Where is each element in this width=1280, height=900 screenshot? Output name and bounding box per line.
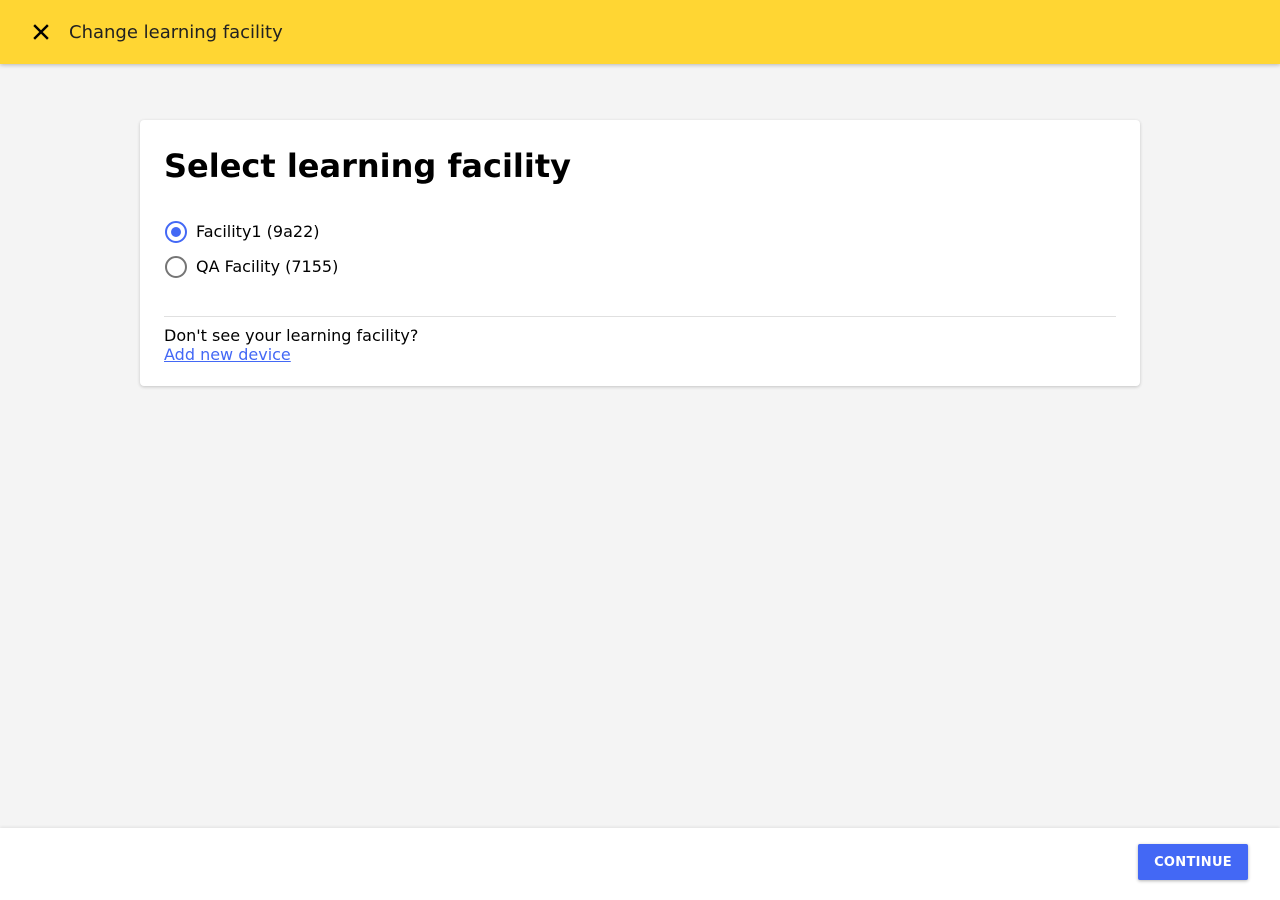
facility-option-label: QA Facility (7155) xyxy=(196,257,339,276)
radio-dot xyxy=(171,226,181,237)
facility-option-label: Facility1 (9a22) xyxy=(196,222,320,241)
divider xyxy=(164,316,1116,317)
bottom-bar: Continue xyxy=(0,828,1280,900)
radio-checked-icon[interactable] xyxy=(165,220,187,243)
add-new-device-link[interactable]: Add new device xyxy=(164,345,291,364)
close-icon xyxy=(33,24,49,40)
main-content: Select learning facility Facility1 (9a22… xyxy=(0,64,1280,828)
card-title: Select learning facility xyxy=(164,147,571,185)
continue-button[interactable]: Continue xyxy=(1138,844,1248,880)
facility-option-2[interactable]: QA Facility (7155) xyxy=(164,249,1116,284)
facility-radio-group: Facility1 (9a22) QA Facility (7155) xyxy=(164,214,1116,284)
close-button[interactable] xyxy=(21,12,61,52)
radio-unchecked-icon[interactable] xyxy=(165,255,187,278)
app-bar: Change learning facility xyxy=(0,0,1280,64)
app-bar-title: Change learning facility xyxy=(69,21,283,43)
facility-option-1[interactable]: Facility1 (9a22) xyxy=(164,214,1116,249)
facility-card: Select learning facility Facility1 (9a22… xyxy=(140,120,1140,386)
help-text: Don't see your learning facility? xyxy=(164,326,419,345)
